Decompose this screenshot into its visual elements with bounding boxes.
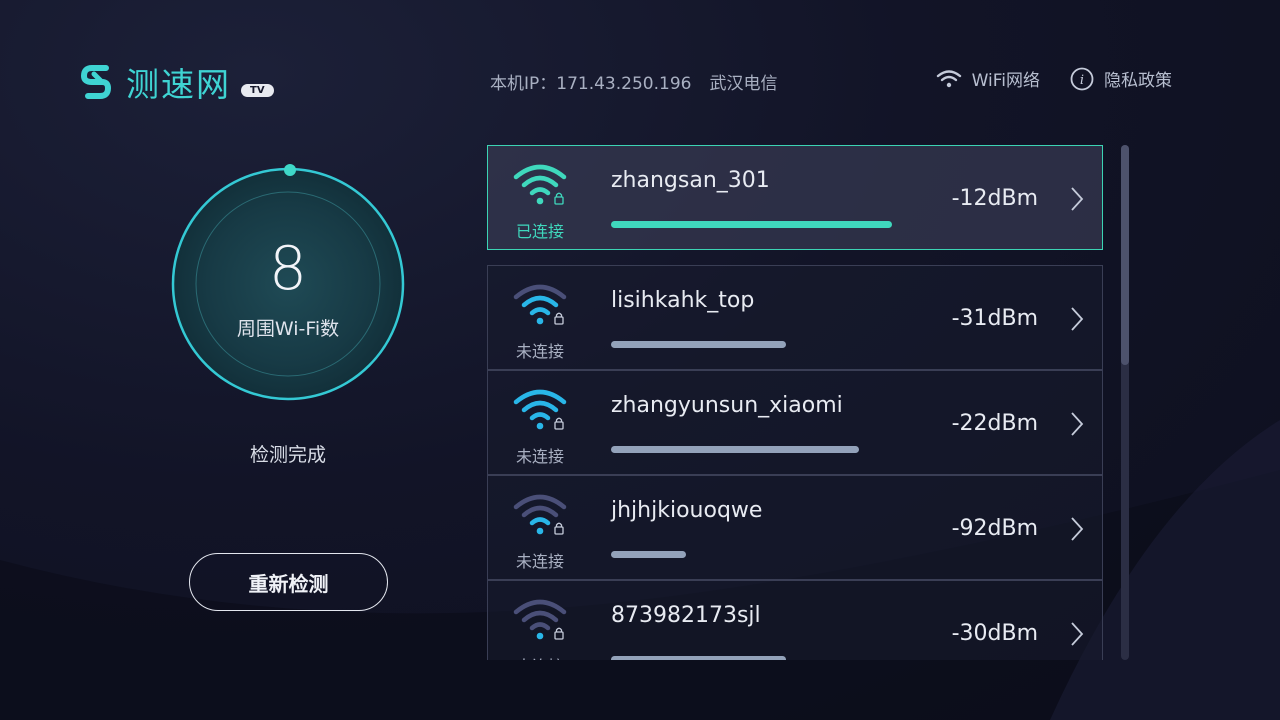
signal-dbm: -12dBm <box>951 186 1038 211</box>
wifi-row-1[interactable]: 未连接 lisihkahk_top -31dBm <box>487 265 1103 370</box>
privacy-policy-button[interactable]: i 隐私政策 <box>1070 66 1172 91</box>
isp-name: 武汉电信 <box>709 74 778 94</box>
scan-status: 检测完成 <box>249 444 326 466</box>
tv-badge: TV <box>241 83 274 97</box>
lock-icon <box>554 312 564 325</box>
connection-state: 未连接 <box>515 552 564 571</box>
wifi-row-3[interactable]: 未连接 jhjhjkiouoqwe -92dBm <box>487 475 1103 580</box>
list-scrollbar[interactable] <box>1121 145 1129 660</box>
wifi-network-button[interactable]: WiFi网络 <box>936 66 1040 91</box>
wifi-row-0[interactable]: 已连接 zhangsan_301 -12dBm <box>487 145 1103 250</box>
wifi-signal-icon <box>513 494 567 535</box>
lock-icon <box>554 522 564 535</box>
wifi-count-value: 8 <box>268 234 308 304</box>
signal-strength-bar <box>611 221 892 228</box>
wifi-name: zhangsan_301 <box>611 168 770 193</box>
signal-strength-bar <box>611 656 786 660</box>
connection-state: 未连接 <box>488 653 592 660</box>
info-icon: i <box>1070 67 1094 90</box>
signal-strength-bar <box>611 551 686 558</box>
lock-icon <box>554 417 564 430</box>
logo-text: 测速网 <box>126 65 231 104</box>
signal-strength-bar <box>611 341 786 348</box>
wifi-signal-icon <box>513 284 567 325</box>
wifi-count-label: 周围Wi-Fi数 <box>236 318 340 340</box>
ip-info: 本机IP：171.43.250.196 武汉电信 <box>490 69 777 94</box>
lock-icon <box>554 627 564 640</box>
speedtest-logo-icon <box>81 65 111 99</box>
signal-dbm: -22dBm <box>951 411 1038 436</box>
wifi-count-gauge: 8 周围Wi-Fi数 <box>168 164 408 404</box>
redetect-button[interactable]: 重新检测 <box>189 553 388 611</box>
connection-state: 未连接 <box>515 447 564 466</box>
connection-state: 未连接 <box>515 342 564 361</box>
wifi-row-2[interactable]: 未连接 zhangyunsun_xiaomi -22dBm <box>487 370 1103 475</box>
wifi-network-label: WiFi网络 <box>971 71 1040 91</box>
connection-state: 已连接 <box>515 222 564 241</box>
chevron-right-icon <box>1071 412 1084 436</box>
chevron-right-icon <box>1071 307 1084 331</box>
wifi-name: 873982173sjl <box>611 603 761 628</box>
scrollbar-thumb[interactable] <box>1121 145 1129 365</box>
wifi-name: jhjhjkiouoqwe <box>611 498 763 523</box>
signal-dbm: -31dBm <box>951 306 1038 331</box>
wifi-signal-icon <box>513 389 567 430</box>
lock-icon <box>554 192 564 205</box>
chevron-right-icon <box>1071 622 1084 646</box>
privacy-policy-label: 隐私政策 <box>1104 71 1172 91</box>
signal-dbm: -92dBm <box>951 516 1038 541</box>
wifi-name: zhangyunsun_xiaomi <box>611 393 843 418</box>
svg-text:i: i <box>1080 73 1084 88</box>
wifi-icon <box>936 69 961 87</box>
signal-dbm: -30dBm <box>951 621 1038 646</box>
app-logo: 测速网 TV <box>78 58 274 106</box>
chevron-right-icon <box>1071 187 1084 211</box>
signal-strength-bar <box>611 446 859 453</box>
wifi-list: 已连接 zhangsan_301 -12dBm 未连接 lisihkahk_to… <box>487 145 1103 660</box>
wifi-signal-icon <box>513 164 567 205</box>
chevron-right-icon <box>1071 517 1084 541</box>
wifi-name: lisihkahk_top <box>611 288 755 313</box>
wifi-signal-icon <box>513 599 567 640</box>
top-nav: WiFi网络 i 隐私政策 <box>936 66 1172 91</box>
ip-address: 本机IP：171.43.250.196 <box>490 74 692 94</box>
wifi-row-4[interactable]: 未连接 873982173sjl -30dBm <box>487 580 1103 660</box>
